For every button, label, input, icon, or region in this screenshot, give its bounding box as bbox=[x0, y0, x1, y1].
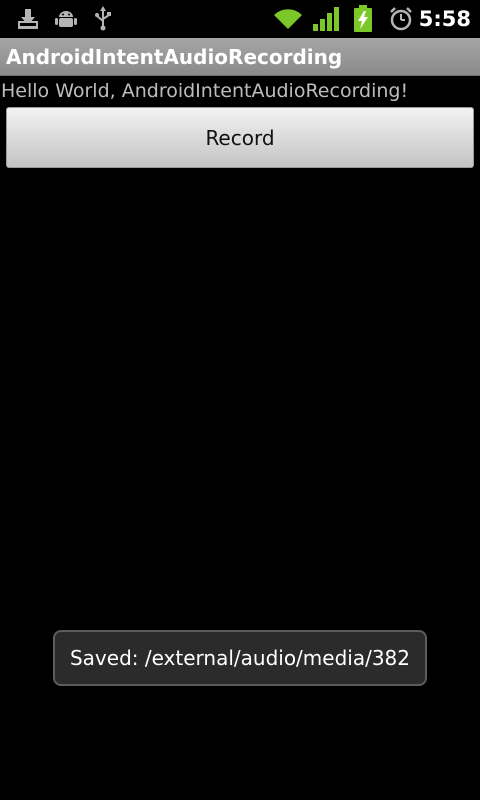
battery-charging-icon bbox=[350, 0, 376, 38]
toast-message: Saved: /external/audio/media/382 bbox=[53, 630, 427, 686]
main-content: Hello World, AndroidIntentAudioRecording… bbox=[0, 76, 480, 800]
greeting-text: Hello World, AndroidIntentAudioRecording… bbox=[1, 80, 409, 102]
title-bar: AndroidIntentAudioRecording bbox=[0, 38, 480, 76]
app-title: AndroidIntentAudioRecording bbox=[6, 45, 343, 69]
status-time: 5:58 bbox=[418, 7, 471, 31]
android-debug-icon bbox=[52, 0, 80, 38]
download-icon bbox=[14, 0, 42, 38]
signal-icon bbox=[311, 0, 341, 38]
wifi-icon bbox=[272, 0, 304, 38]
alarm-icon bbox=[386, 0, 416, 38]
status-bar: 5:58 bbox=[0, 0, 480, 38]
record-button[interactable]: Record bbox=[6, 107, 474, 168]
usb-icon bbox=[90, 0, 116, 38]
